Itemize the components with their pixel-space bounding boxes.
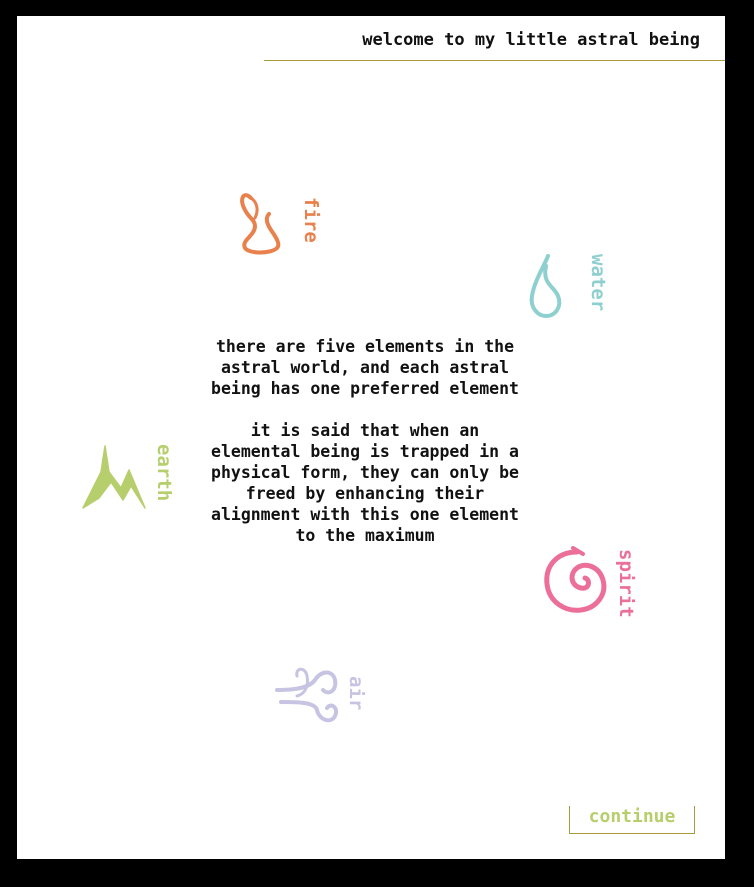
fire-icon <box>240 193 281 255</box>
wind-icon <box>275 667 338 723</box>
water-drop-icon <box>529 254 562 319</box>
intro-paragraph-1: there are five elements in the astral wo… <box>211 337 519 398</box>
air-label: air <box>345 676 367 711</box>
continue-button[interactable]: continue <box>569 806 695 834</box>
water-label: water <box>587 254 609 312</box>
intro-paragraph-2: it is said that when an elemental being … <box>211 421 519 545</box>
header-title: welcome to my little astral being <box>362 30 700 50</box>
earth-label: earth <box>153 444 175 502</box>
spiral-icon <box>544 546 607 613</box>
header-divider <box>264 60 725 61</box>
fire-label: fire <box>300 197 322 243</box>
mountain-icon <box>82 445 146 509</box>
intro-text: there are five elements in the astral wo… <box>205 336 525 546</box>
spirit-label: spirit <box>615 549 637 618</box>
game-screen: welcome to my little astral being fire w… <box>17 16 725 859</box>
